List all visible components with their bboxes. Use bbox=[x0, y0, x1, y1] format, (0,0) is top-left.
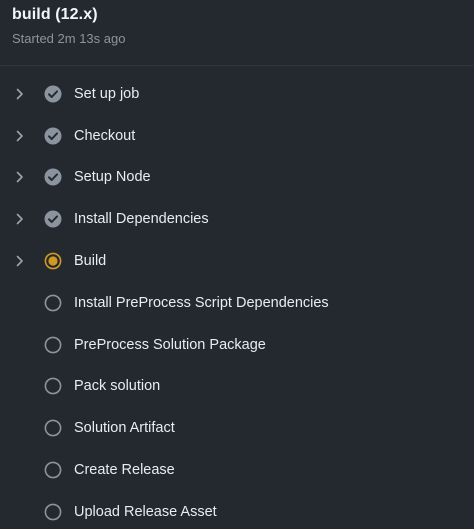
step-row-5[interactable]: Build bbox=[0, 240, 474, 282]
step-row-10: Create Release bbox=[0, 449, 474, 491]
step-label: Create Release bbox=[74, 462, 175, 479]
step-list: Set up job Checkout Setup Node Install Depe… bbox=[0, 73, 474, 529]
step-label: Checkout bbox=[74, 127, 136, 144]
pending-circle-icon bbox=[44, 461, 62, 479]
pending-circle-icon bbox=[44, 377, 62, 395]
step-label: PreProcess Solution Package bbox=[74, 336, 266, 353]
pending-circle-icon bbox=[44, 336, 62, 354]
check-circle-icon bbox=[44, 168, 62, 186]
step-row-7: PreProcess Solution Package bbox=[0, 324, 474, 366]
chevron-right-icon[interactable] bbox=[14, 255, 26, 267]
job-title: build (12.x) bbox=[12, 6, 98, 23]
step-row-4[interactable]: Install Dependencies bbox=[0, 198, 474, 240]
step-row-2[interactable]: Checkout bbox=[0, 115, 474, 157]
check-circle-icon bbox=[44, 210, 62, 228]
step-label: Solution Artifact bbox=[74, 420, 175, 437]
step-row-11: Upload Release Asset bbox=[0, 491, 474, 529]
job-started-time: Started 2m 13s ago bbox=[12, 31, 126, 46]
chevron-right-icon[interactable] bbox=[14, 130, 26, 142]
step-label: Build bbox=[74, 253, 107, 270]
pending-circle-icon bbox=[44, 503, 62, 521]
chevron-right-icon[interactable] bbox=[14, 171, 26, 183]
step-row-3[interactable]: Setup Node bbox=[0, 157, 474, 199]
step-label: Set up job bbox=[74, 85, 140, 102]
check-circle-icon bbox=[44, 127, 62, 145]
chevron-right-icon[interactable] bbox=[14, 88, 26, 100]
chevron-right-icon[interactable] bbox=[14, 213, 26, 225]
step-label: Pack solution bbox=[74, 378, 161, 395]
job-log-panel: build (12.x) Started 2m 13s ago Set up j… bbox=[0, 0, 474, 529]
step-label: Upload Release Asset bbox=[74, 503, 217, 520]
step-label: Install PreProcess Script Dependencies bbox=[74, 294, 329, 311]
in-progress-icon bbox=[44, 252, 62, 270]
check-circle-icon bbox=[44, 85, 62, 103]
step-row-9: Solution Artifact bbox=[0, 407, 474, 449]
pending-circle-icon bbox=[44, 419, 62, 437]
step-label: Install Dependencies bbox=[74, 211, 209, 228]
step-row-8: Pack solution bbox=[0, 366, 474, 408]
step-row-1[interactable]: Set up job bbox=[0, 73, 474, 115]
job-header: build (12.x) Started 2m 13s ago bbox=[0, 0, 474, 66]
step-row-6: Install PreProcess Script Dependencies bbox=[0, 282, 474, 324]
step-label: Setup Node bbox=[74, 169, 151, 186]
pending-circle-icon bbox=[44, 294, 62, 312]
